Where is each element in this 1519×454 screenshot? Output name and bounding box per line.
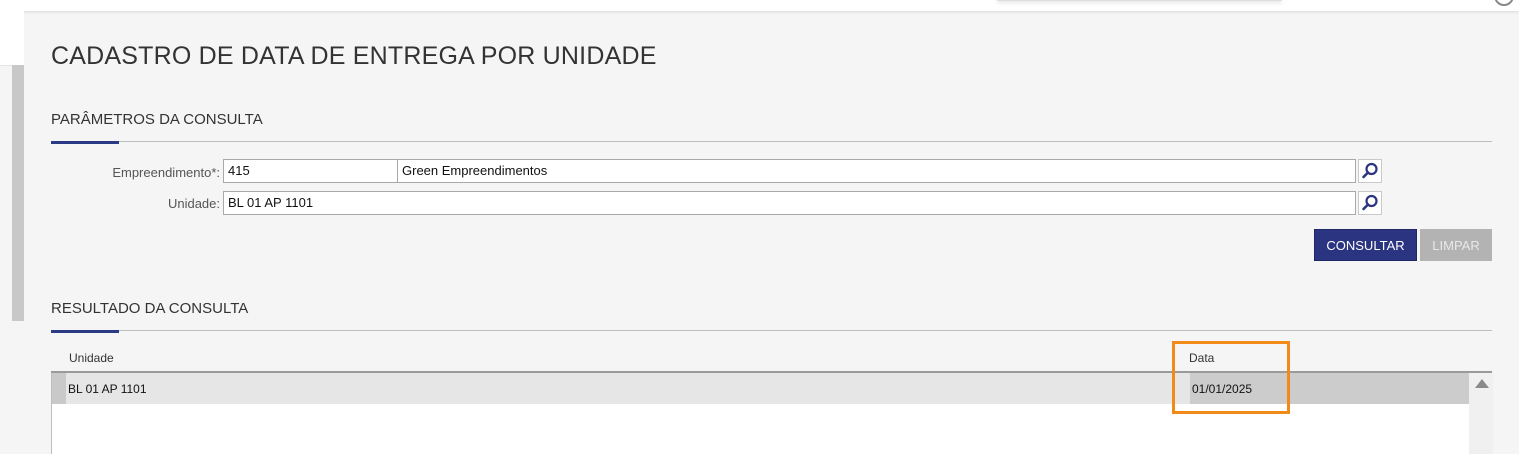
top-bar	[0, 0, 1519, 11]
section-underline	[51, 330, 119, 333]
parameters-section-header: PARÂMETROS DA CONSULTA	[51, 111, 1492, 144]
consultar-button[interactable]: CONSULTAR	[1314, 229, 1417, 261]
section-underline	[51, 141, 119, 144]
table-row[interactable]: BL 01 AP 1101 01/01/2025	[52, 373, 1469, 404]
column-header-unidade[interactable]: Unidade	[69, 351, 114, 365]
unidade-label: Unidade:	[167, 196, 220, 211]
empreendimento-code-input[interactable]: 415	[223, 159, 398, 183]
unidade-lookup-button[interactable]	[1358, 191, 1382, 215]
scroll-up-arrow-icon[interactable]	[1475, 379, 1489, 388]
user-menu-icon[interactable]	[1494, 0, 1514, 6]
grid-header: Unidade Data	[51, 346, 1492, 373]
search-icon	[1362, 194, 1378, 211]
unidade-input[interactable]: BL 01 AP 1101	[223, 191, 1356, 215]
empreendimento-label: Empreendimento*:	[112, 165, 220, 180]
top-search-box[interactable]	[997, 0, 1282, 1]
sidebar-stub	[0, 11, 24, 66]
results-section-header: RESULTADO DA CONSULTA	[51, 300, 1492, 333]
grid-body: BL 01 AP 1101 01/01/2025	[51, 373, 1493, 454]
results-grid: Unidade Data BL 01 AP 1101 01/01/2025	[51, 346, 1493, 454]
cell-data: 01/01/2025	[1192, 382, 1253, 396]
empreendimento-lookup-button[interactable]	[1358, 159, 1382, 183]
column-header-data[interactable]: Data	[1189, 351, 1214, 365]
row-selector[interactable]	[52, 373, 66, 404]
cell-unidade: BL 01 AP 1101	[68, 382, 147, 396]
results-section-title: RESULTADO DA CONSULTA	[51, 300, 249, 317]
search-icon	[1362, 162, 1378, 179]
page-title: CADASTRO DE DATA DE ENTREGA POR UNIDADE	[51, 42, 657, 70]
parameters-section-title: PARÂMETROS DA CONSULTA	[51, 111, 263, 128]
sidebar-scrollbar[interactable]	[12, 65, 24, 321]
limpar-button[interactable]: LIMPAR	[1420, 229, 1492, 261]
empreendimento-name-input: Green Empreendimentos	[397, 159, 1356, 183]
